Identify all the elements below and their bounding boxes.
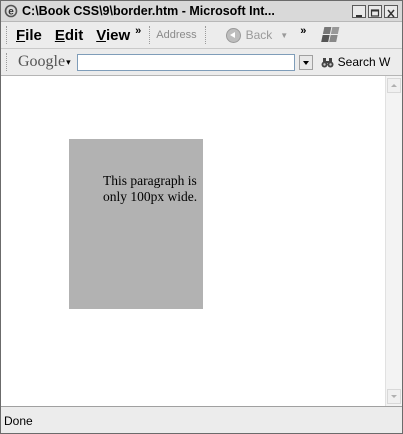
menu-view[interactable]: View: [96, 27, 130, 44]
back-button[interactable]: Back ▼: [225, 27, 288, 43]
toolbar-grip[interactable]: [6, 26, 10, 44]
google-menu-caret[interactable]: ▾: [66, 57, 71, 68]
menu-overflow-chevron[interactable]: »: [135, 25, 141, 37]
window-title: C:\Book CSS\9\border.htm - Microsoft Int…: [22, 4, 275, 18]
binoculars-icon: [321, 56, 334, 69]
scroll-up-button[interactable]: [387, 78, 401, 93]
bordered-paragraph-box: This paragraph is only 100px wide.: [69, 139, 203, 309]
back-arrow-icon: [225, 27, 241, 43]
windows-logo: [318, 24, 340, 46]
menu-edit[interactable]: Edit: [55, 27, 83, 44]
page-viewport: This paragraph is only 100px wide.: [1, 76, 385, 406]
back-label: Back: [245, 28, 273, 42]
minimize-button[interactable]: [352, 4, 366, 18]
browser-window: e C:\Book CSS\9\border.htm - Microsoft I…: [0, 0, 403, 434]
title-bar: e C:\Book CSS\9\border.htm - Microsoft I…: [1, 1, 402, 22]
toolbar-overflow-chevron[interactable]: »: [300, 25, 306, 37]
scroll-down-button[interactable]: [387, 389, 401, 404]
search-web-button[interactable]: Search W: [338, 55, 391, 69]
paragraph-text: This paragraph is only 100px wide.: [103, 173, 198, 204]
toolbar-separator: [204, 26, 207, 44]
search-dropdown-button[interactable]: [298, 54, 313, 70]
status-text: Done: [4, 413, 33, 428]
google-logo[interactable]: Google: [18, 53, 65, 71]
status-bar: Done: [1, 406, 402, 433]
address-label[interactable]: Address: [156, 29, 196, 41]
menu-file[interactable]: File: [16, 27, 42, 44]
close-button[interactable]: [384, 4, 398, 18]
google-toolbar: Google ▾ Search W: [1, 49, 402, 76]
maximize-button[interactable]: [368, 4, 382, 18]
menu-bar: File Edit View » Address Back ▼ »: [1, 22, 402, 49]
ie-icon: e: [4, 4, 18, 18]
back-dropdown-icon[interactable]: ▼: [280, 31, 288, 40]
vertical-scrollbar[interactable]: [385, 76, 402, 406]
toolbar-separator: [149, 26, 151, 44]
svg-text:e: e: [8, 7, 14, 18]
toolbar-grip[interactable]: [6, 53, 10, 71]
google-search-input[interactable]: [76, 53, 295, 71]
